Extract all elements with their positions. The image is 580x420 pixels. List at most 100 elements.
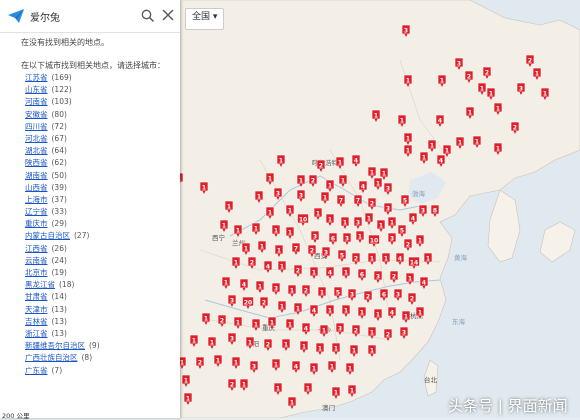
province-link[interactable]: 重庆市 [25,219,48,228]
marker-count: 1 [535,70,539,77]
province-link[interactable]: 江苏省 [25,73,48,82]
province-link[interactable]: 江西省 [25,244,48,253]
province-link[interactable]: 四川省 [25,122,48,131]
marker-count: 10 [370,237,378,244]
scale-bar: 200 公里 [2,412,30,420]
marker-count: 20 [244,299,252,306]
marker-count: 1 [248,339,252,346]
province-item: 黑龙江省 (18) [25,279,100,291]
marker-count: 3 [230,297,234,304]
marker-count: 4 [438,117,442,124]
province-count: (8) [81,353,93,363]
marker-count: 1 [404,313,408,320]
province-link[interactable]: 广西壮族自治区 [25,353,78,362]
province-item: 广东省 (7) [25,365,100,377]
marker-count: 4 [354,157,358,164]
province-count: (29) [51,219,67,229]
marker-count: 1 [288,229,292,236]
province-item: 四川省 (72) [25,121,100,133]
marker-count: 3 [356,219,360,226]
marker-count: 1 [316,210,320,217]
marker-count: 2 [230,381,234,388]
province-item: 山西省 (39) [25,182,100,194]
province-count: (50) [51,170,67,180]
marker-count: 1 [277,247,281,254]
marker-count: 1 [210,339,214,346]
marker-count: 1 [400,117,404,124]
marker-count: 1 [334,389,338,396]
province-item: 广西壮族自治区 (8) [25,352,100,364]
marker-count: 3 [276,190,280,197]
marker-count: 1 [374,112,378,119]
marker-count: 3 [345,235,349,242]
city-select-dropdown[interactable]: 全国 ▾ [185,8,225,30]
marker-count: 1 [406,135,410,142]
province-item: 浙江省 (13) [25,328,100,340]
marker-count: 1 [280,263,284,270]
marker-count: 2 [198,359,202,366]
province-item: 上海市 (37) [25,194,100,206]
marker-count: 1 [370,347,374,354]
map-label-city8: 台北 [424,375,438,384]
marker-count: 1 [279,157,283,164]
province-link[interactable]: 山西省 [25,183,48,192]
marker-count: 6 [382,291,386,298]
province-item: 江西省 (26) [25,243,100,255]
marker-count: 1 [290,287,294,294]
marker-count: 1 [258,283,262,290]
marker-count: 2 [319,162,323,169]
search-icon[interactable] [141,9,154,22]
province-item: 辽宁省 (33) [25,206,100,218]
province-link[interactable]: 甘肃省 [25,292,48,301]
marker-count: 4 [361,183,365,190]
marker-count: 10 [299,216,307,223]
marker-count: 2 [250,259,254,266]
marker-count: 7 [356,197,360,204]
marker-count: 1 [296,305,300,312]
marker-count: 1 [323,194,327,201]
search-input[interactable] [30,7,130,25]
province-link[interactable]: 河南省 [25,97,48,106]
province-link[interactable]: 河北省 [25,134,48,143]
province-link[interactable]: 北京市 [25,268,48,277]
province-link[interactable]: 吉林省 [25,317,48,326]
province-item: 新疆维吾尔自治区 (9) [25,340,100,352]
province-link[interactable]: 湖南省 [25,171,48,180]
marker-count: 1 [370,169,374,176]
marker-count: 1 [489,90,493,97]
marker-count: 2 [304,287,308,294]
province-count: (18) [59,280,75,290]
marker-count: 5 [340,252,344,259]
marker-count: 1 [284,341,288,348]
province-link[interactable]: 山东省 [25,85,48,94]
province-link[interactable]: 上海市 [25,195,48,204]
close-icon[interactable] [162,9,174,21]
marker-count: 1 [268,209,272,216]
marker-count: 4 [422,279,426,286]
marker-count: 1 [480,85,484,92]
province-link[interactable]: 天津市 [25,305,48,314]
marker-count: 3 [252,363,256,370]
province-link[interactable]: 内蒙古自治区 [25,231,70,240]
marker-count: 1 [274,227,278,234]
marker-count: 1 [254,225,258,232]
marker-count: 1 [202,184,206,191]
marker-count: 4 [328,269,332,276]
marker-count: 1 [422,154,426,161]
marker-count: 1 [390,219,394,226]
marker-count: 1 [236,319,240,326]
province-link[interactable]: 浙江省 [25,329,48,338]
province-count: (7) [51,365,63,375]
province-link[interactable]: 湖北省 [25,146,48,155]
province-link[interactable]: 安徽省 [25,110,48,119]
province-count: (24) [51,255,67,265]
province-link[interactable]: 辽宁省 [25,207,48,216]
province-link[interactable]: 黑龙江省 [25,280,55,289]
province-item: 河南省 (103) [25,96,100,108]
province-link[interactable]: 新疆维吾尔自治区 [25,341,85,350]
province-item: 内蒙古自治区 (27) [25,230,100,242]
province-link[interactable]: 云南省 [25,256,48,265]
province-link[interactable]: 广东省 [25,366,48,375]
province-link[interactable]: 陕西省 [25,158,48,167]
marker-count: 2 [262,299,266,306]
